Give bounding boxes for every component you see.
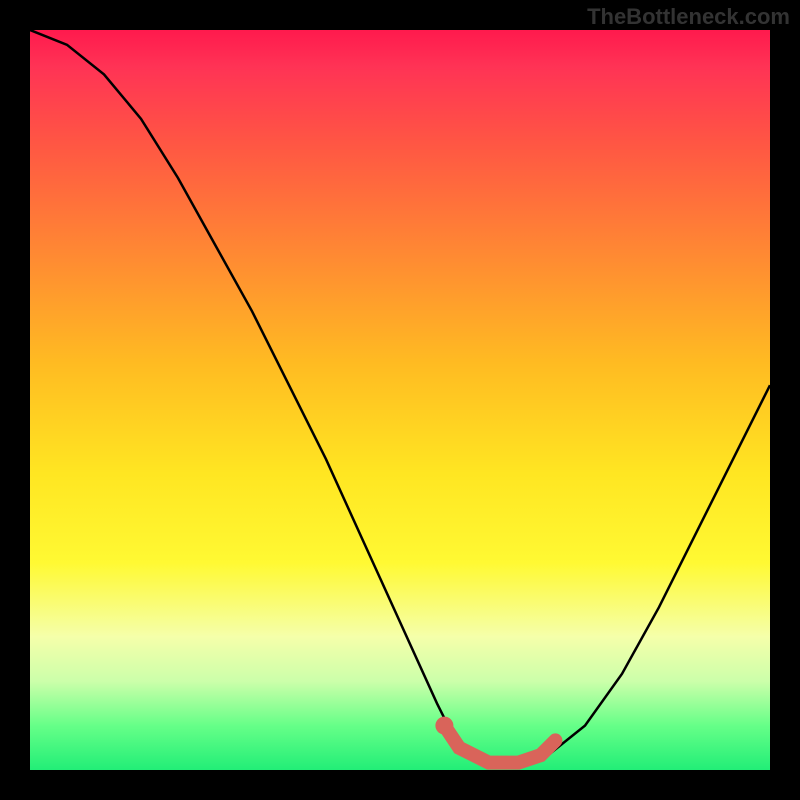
chart-plot-area: [30, 30, 770, 770]
bottleneck-curve: [30, 30, 770, 763]
optimal-range-start-dot: [435, 717, 453, 735]
chart-svg: [30, 30, 770, 770]
watermark-text: TheBottleneck.com: [587, 4, 790, 30]
optimal-range-highlight: [444, 726, 555, 763]
